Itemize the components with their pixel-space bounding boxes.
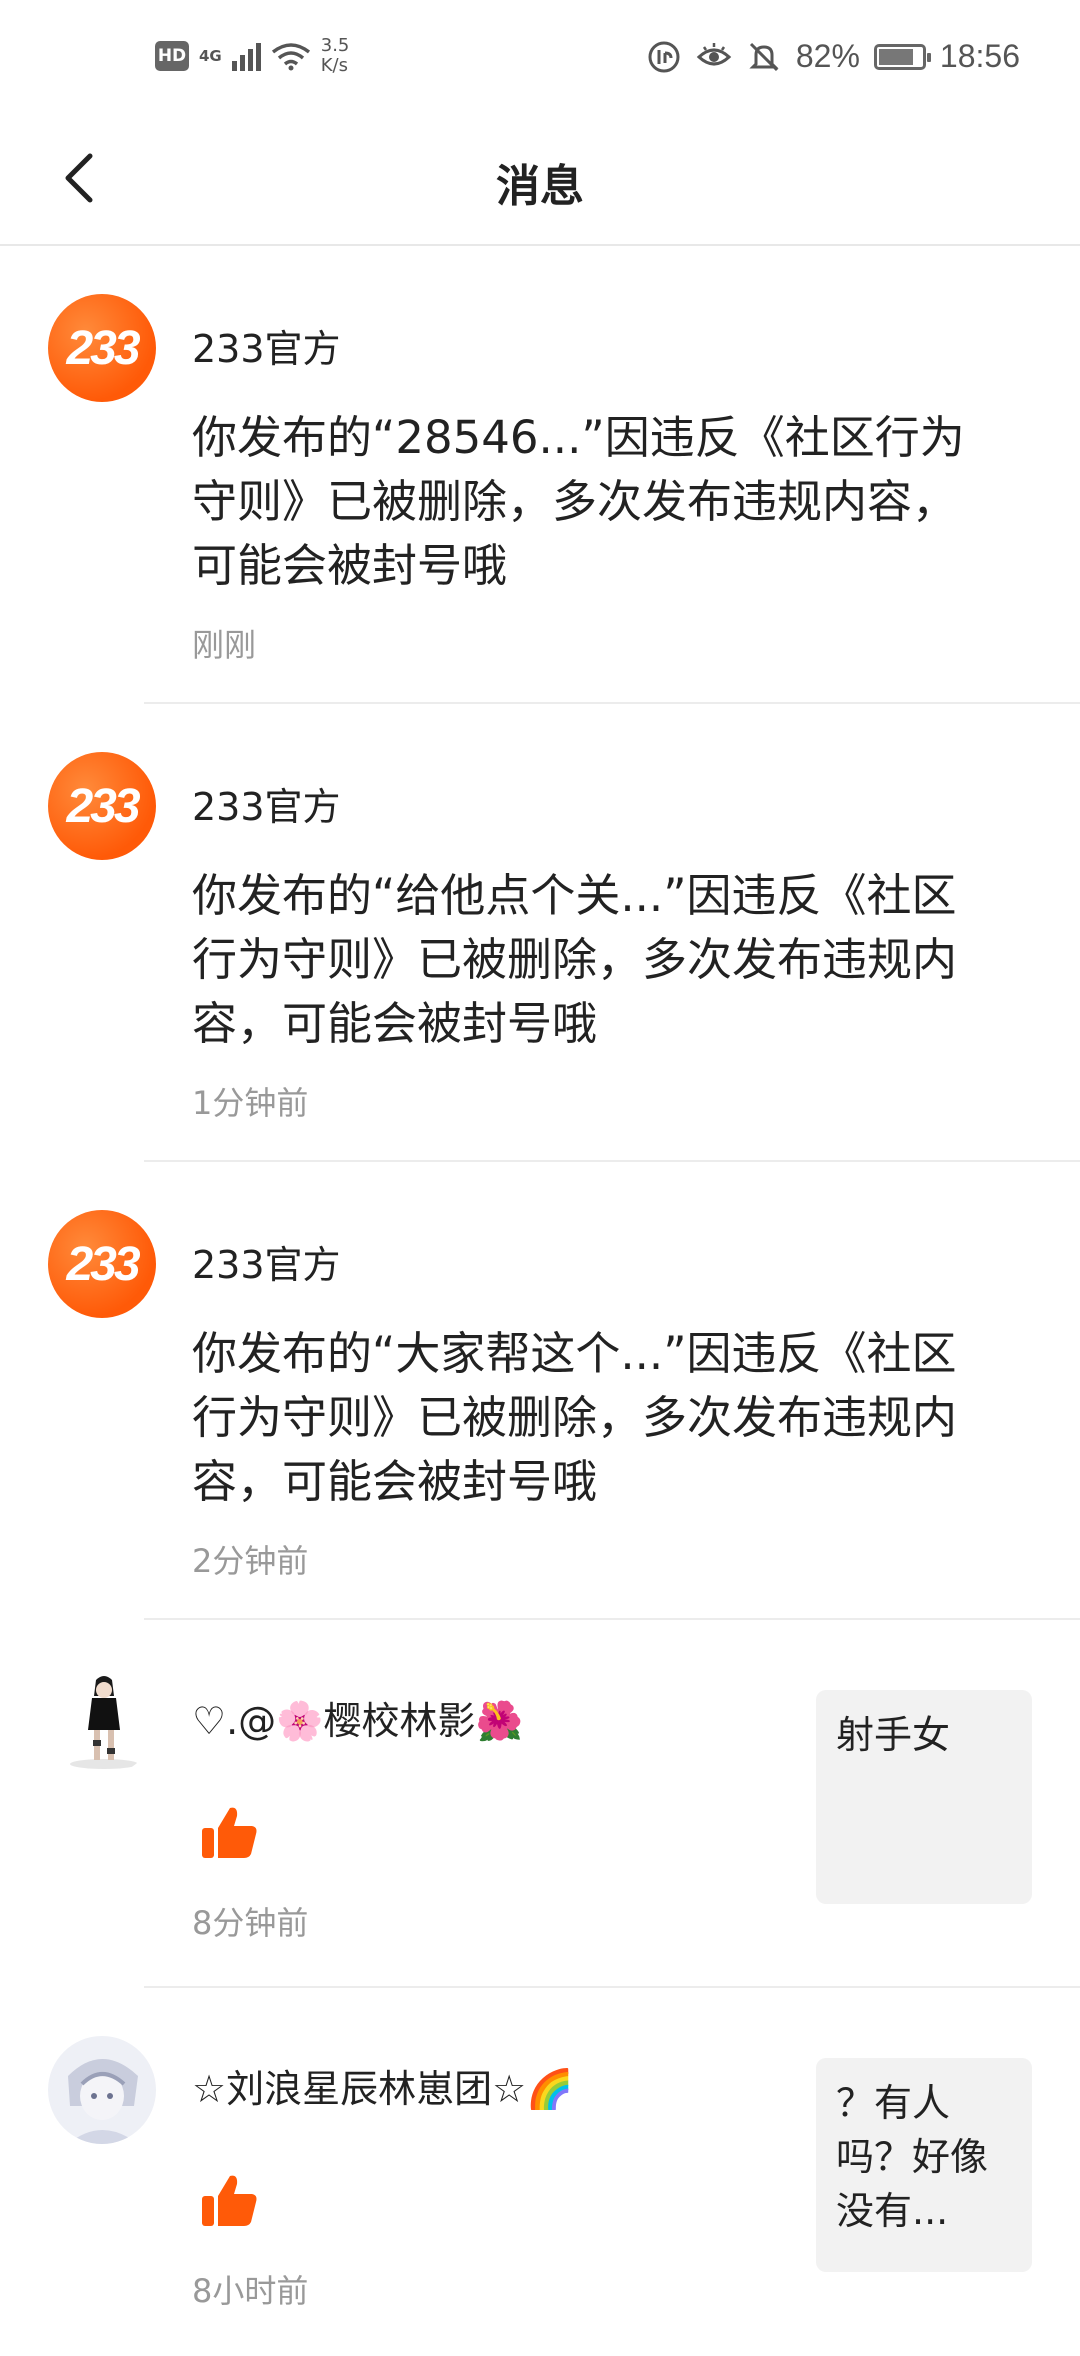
wifi-icon	[271, 43, 310, 71]
list-item[interactable]: ♡.@🌸樱校林影🌺 8分钟前 射手女	[0, 1620, 1080, 1988]
list-item[interactable]: 233 233官方 你发布的“28546...”因违反《社区行为守则》已被删除，…	[0, 246, 1080, 704]
user-avatar-image	[48, 2036, 156, 2144]
hd-badge: HD	[155, 41, 189, 71]
status-bar-left: HD 4G 3.5 K/s	[155, 36, 349, 76]
status-bar: HD 4G 3.5 K/s 82% 18:56	[0, 0, 1080, 120]
user-avatar[interactable]	[48, 2036, 156, 2144]
data-saver-icon	[648, 41, 680, 72]
battery-icon	[873, 43, 931, 70]
signal-icon	[231, 41, 261, 71]
message-time: 1分钟前	[192, 1084, 309, 1122]
thumbs-up-icon	[202, 1807, 257, 1858]
message-time: 8小时前	[192, 2272, 309, 2310]
list-item[interactable]: ☆刘浪星辰林崽团☆🌈 8小时前 ？有人吗？好像没有...	[0, 1988, 1080, 2356]
eye-comfort-icon	[696, 42, 732, 65]
official-avatar[interactable]: 233	[48, 294, 156, 402]
network-speed-unit: K/s	[320, 55, 348, 76]
user-avatar-image	[48, 1668, 156, 1776]
official-avatar[interactable]: 233	[48, 1210, 156, 1318]
list-item[interactable]: 233 233官方 你发布的“给他点个关...”因违反《社区行为守则》已被删除，…	[0, 704, 1080, 1162]
sender-name[interactable]: 233官方	[192, 1234, 341, 1289]
status-bar-right: 82% 18:56	[646, 38, 1020, 75]
nav-header: 消息	[0, 120, 1080, 246]
network-speed: 3.5 K/s	[321, 36, 350, 76]
message-content: 你发布的“给他点个关...”因违反《社区行为守则》已被删除，多次发布违规内容，可…	[192, 869, 958, 1050]
list-item[interactable]: 233 233官方 你发布的“大家帮这个...”因违反《社区行为守则》已被删除，…	[0, 1162, 1080, 1620]
message-time: 2分钟前	[192, 1542, 309, 1580]
sender-name[interactable]: 233官方	[192, 776, 341, 831]
official-avatar[interactable]: 233	[48, 752, 156, 860]
quoted-post[interactable]: ？有人吗？好像没有...	[816, 2058, 1032, 2272]
sender-name[interactable]: ♡.@🌸樱校林影🌺	[192, 1690, 523, 1745]
message-time: 刚刚	[192, 626, 257, 664]
thumbs-up-icon	[202, 2175, 257, 2226]
battery-fill	[878, 48, 913, 65]
network-speed-value: 3.5	[320, 35, 350, 56]
quoted-post[interactable]: 射手女	[816, 1690, 1032, 1904]
clock: 18:56	[939, 38, 1020, 74]
battery-percent: 82%	[795, 38, 860, 74]
page-title: 消息	[496, 161, 584, 212]
message-time: 8分钟前	[192, 1904, 309, 1942]
sender-name[interactable]: 233官方	[192, 318, 341, 373]
message-content: 你发布的“大家帮这个...”因违反《社区行为守则》已被删除，多次发布违规内容，可…	[192, 1327, 958, 1508]
mute-bell-icon	[749, 42, 779, 71]
network-type: 4G	[199, 47, 222, 65]
message-content: 你发布的“28546...”因违反《社区行为守则》已被删除，多次发布违规内容，可…	[192, 411, 965, 592]
sender-name[interactable]: ☆刘浪星辰林崽团☆🌈	[192, 2058, 573, 2113]
user-avatar[interactable]	[48, 1668, 156, 1776]
